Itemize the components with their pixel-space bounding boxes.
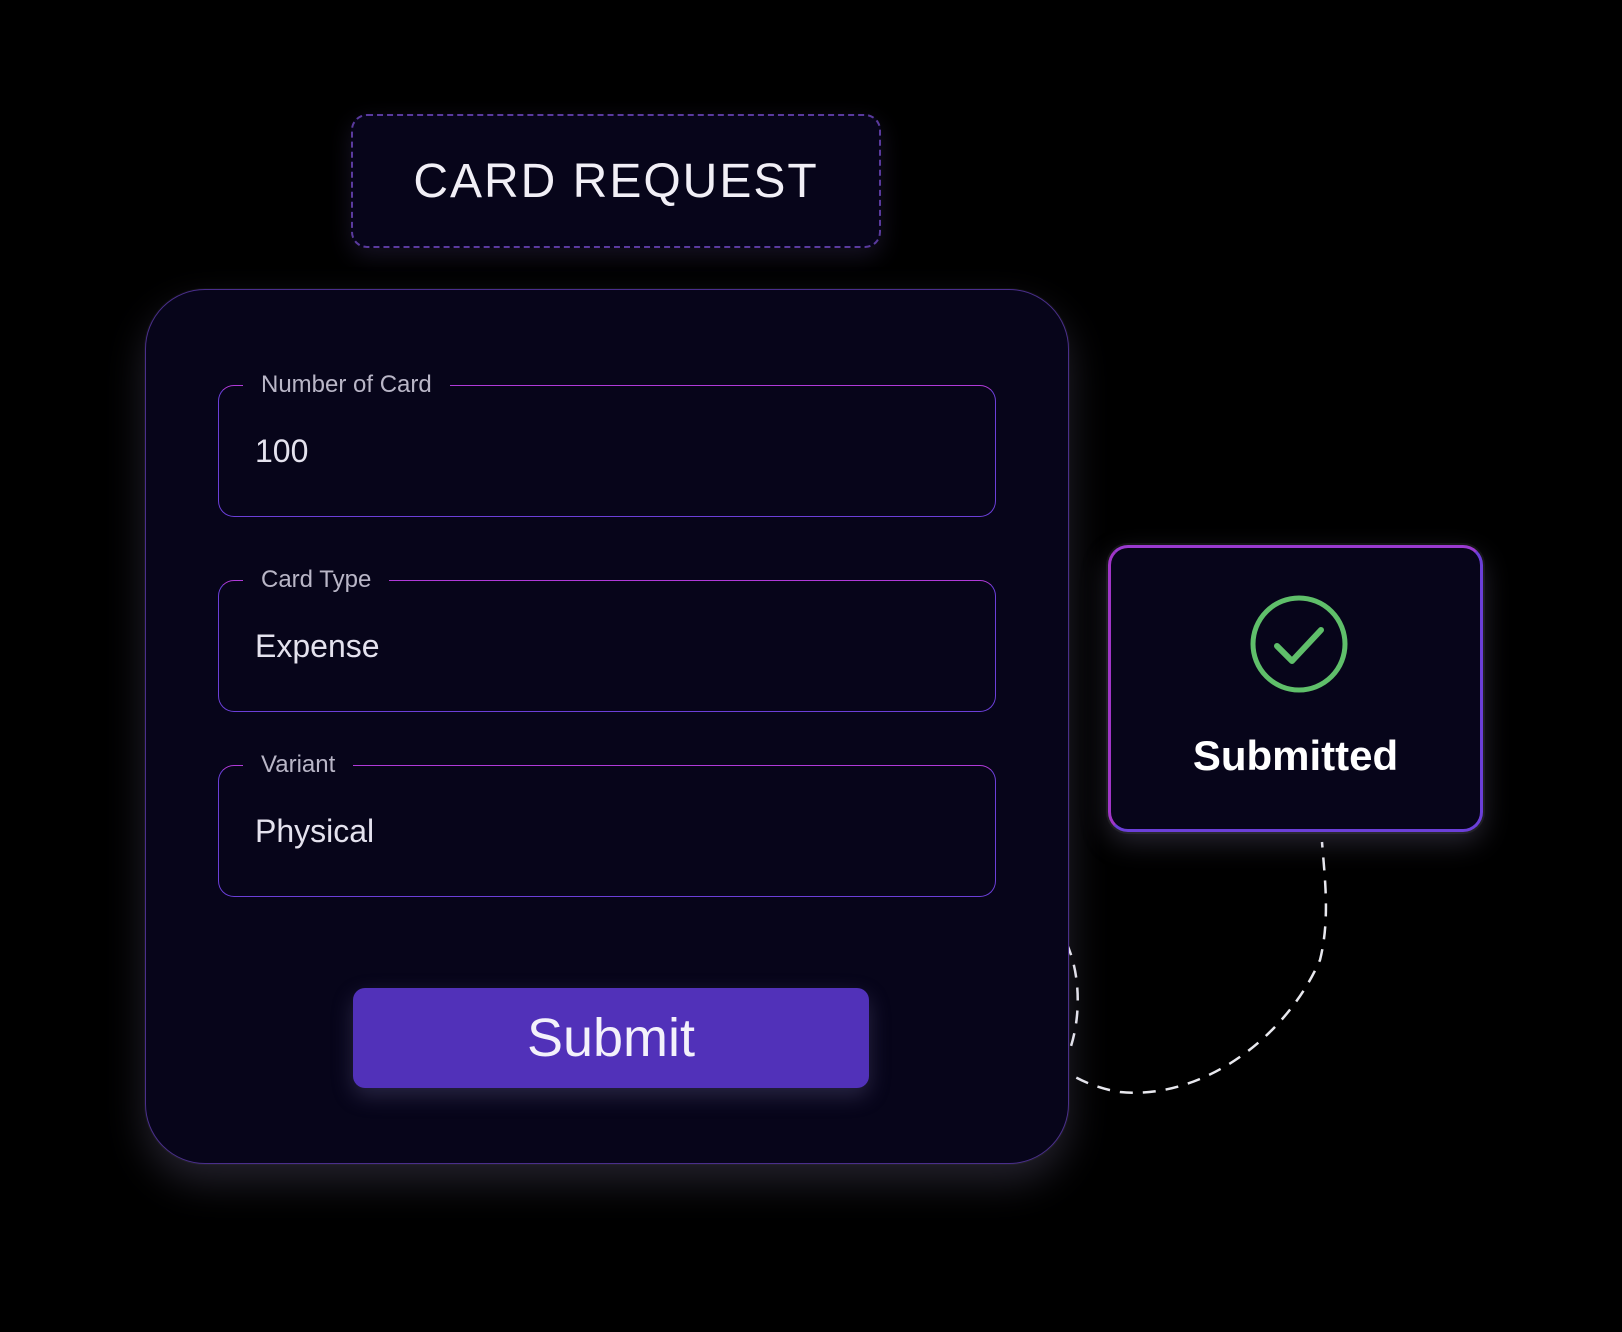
number-of-card-label: Number of Card <box>243 371 450 399</box>
submitted-status-card: Submitted <box>1108 545 1483 832</box>
card-type-field[interactable]: Card Type Expense <box>218 566 996 712</box>
status-label: Submitted <box>1192 732 1399 779</box>
card-type-value[interactable]: Expense <box>255 627 380 665</box>
number-of-card-field[interactable]: Number of Card 100 <box>218 371 996 517</box>
check-circle-icon <box>1250 595 1348 693</box>
card-type-label: Card Type <box>243 566 390 594</box>
page-title: CARD REQUEST <box>413 154 819 208</box>
submit-button[interactable]: Submit <box>353 988 869 1088</box>
card-request-form: Number of Card 100 Card Type Expense Var… <box>145 289 1069 1164</box>
variant-label: Variant <box>243 751 354 779</box>
variant-value[interactable]: Physical <box>255 812 374 850</box>
title-chip: CARD REQUEST <box>351 114 881 248</box>
variant-field[interactable]: Variant Physical <box>218 751 996 897</box>
number-of-card-value[interactable]: 100 <box>255 432 308 470</box>
